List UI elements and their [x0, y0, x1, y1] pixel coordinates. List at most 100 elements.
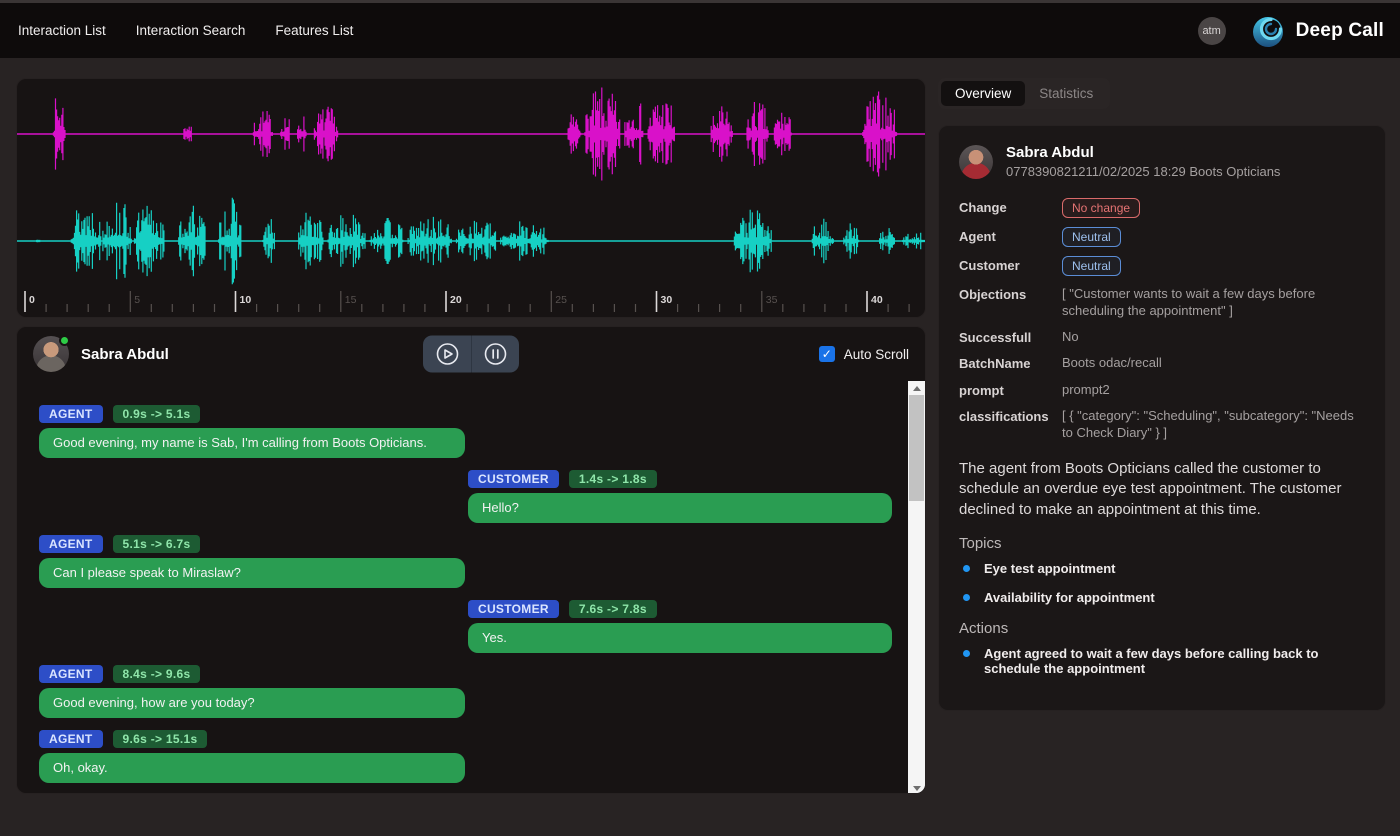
message-agent: AGENT9.6s -> 15.1s Oh, okay. [39, 730, 908, 783]
field-label: Objections [959, 285, 1056, 302]
field-label: classifications [959, 407, 1056, 424]
timestamp-badge[interactable]: 9.6s -> 15.1s [113, 730, 208, 748]
up-arrow-icon [913, 386, 921, 391]
check-icon: ✓ [822, 348, 832, 360]
nav-item-features-list[interactable]: Features List [275, 23, 353, 38]
pause-icon [484, 343, 507, 366]
svg-text:5: 5 [134, 294, 140, 306]
message-meta: AGENT8.4s -> 9.6s [39, 665, 908, 683]
field-row-customer: Customer Neutral [959, 256, 1365, 276]
field-value: [ "Customer wants to wait a few days bef… [1062, 285, 1365, 319]
message-bubble[interactable]: Can I please speak to Miraslaw? [39, 558, 465, 588]
field-label: Change [959, 198, 1056, 215]
agent-waveform[interactable] [17, 191, 925, 291]
timestamp-badge[interactable]: 5.1s -> 6.7s [113, 535, 201, 553]
field-row-batchname: BatchNameBoots odac/recall [959, 354, 1365, 371]
playback-controls [423, 336, 519, 373]
field-row-change: Change No change [959, 198, 1365, 218]
contact-subtitle: 0778390821211/02/2025 18:29 Boots Optici… [1006, 164, 1280, 179]
field-value: [ { "category": "Scheduling", "subcatego… [1062, 407, 1365, 441]
nav-item-interaction-search[interactable]: Interaction Search [136, 23, 246, 38]
user-initials-badge[interactable]: atm [1198, 17, 1226, 45]
scrollbar-thumb[interactable] [909, 395, 924, 501]
field-label: prompt [959, 381, 1056, 398]
field-row-successfull: SuccessfullNo [959, 328, 1365, 345]
timestamp-badge[interactable]: 1.4s -> 1.8s [569, 470, 657, 488]
message-meta: AGENT9.6s -> 15.1s [39, 730, 908, 748]
message-meta: AGENT5.1s -> 6.7s [39, 535, 908, 553]
customer-waveform[interactable] [17, 84, 925, 184]
contact-avatar [959, 145, 993, 179]
message-meta: CUSTOMER 7.6s -> 7.8s [468, 600, 892, 618]
field-list: Change No change Agent Neutral Customer Neutr… [959, 198, 1365, 441]
topics-heading: Topics [959, 535, 1365, 552]
nav-menu: Interaction List Interaction Search Featur… [18, 23, 353, 38]
contact-name: Sabra Abdul [1006, 144, 1280, 161]
message-agent: AGENT0.9s -> 5.1s Good evening, my name i… [39, 405, 908, 458]
speaker-avatar [33, 336, 69, 372]
role-badge: CUSTOMER [468, 600, 559, 618]
list-item-text: Availability for appointment [984, 590, 1155, 605]
field-value: prompt2 [1062, 381, 1365, 398]
message-bubble[interactable]: Yes. [468, 623, 892, 653]
field-label: Agent [959, 227, 1056, 244]
timestamp-badge[interactable]: 7.6s -> 7.8s [569, 600, 657, 618]
top-nav: Interaction List Interaction Search Featur… [0, 0, 1400, 58]
message-bubble[interactable]: Good evening, how are you today? [39, 688, 465, 718]
message-agent: AGENT5.1s -> 6.7s Can I please speak to M… [39, 535, 908, 588]
bullet-dot-icon [963, 565, 970, 572]
timestamp-badge[interactable]: 8.4s -> 9.6s [113, 665, 201, 683]
svg-text:0: 0 [29, 294, 35, 306]
topics-list: Eye test appointment Availability for app… [959, 561, 1365, 605]
svg-text:30: 30 [661, 294, 673, 306]
message-meta: AGENT0.9s -> 5.1s [39, 405, 908, 423]
field-value: Neutral [1062, 227, 1365, 247]
auto-scroll-checkbox[interactable]: ✓ [819, 346, 835, 362]
message-bubble[interactable]: Good evening, my name is Sab, I'm callin… [39, 428, 465, 458]
field-value: No change [1062, 198, 1365, 218]
nav-item-interaction-list[interactable]: Interaction List [18, 23, 106, 38]
message-bubble[interactable]: Oh, okay. [39, 753, 465, 783]
pause-button[interactable] [471, 336, 519, 373]
list-item-text: Eye test appointment [984, 561, 1115, 576]
timestamp-badge[interactable]: 0.9s -> 5.1s [113, 405, 201, 423]
brand-logo-icon [1248, 11, 1288, 51]
role-badge: CUSTOMER [468, 470, 559, 488]
status-badge: No change [1062, 198, 1140, 218]
field-row-objections: Objections [ "Customer wants to wait a fe… [959, 285, 1365, 319]
message-agent: AGENT8.4s -> 9.6s Good evening, how are y… [39, 665, 908, 718]
play-icon [436, 343, 459, 366]
field-value: No [1062, 328, 1365, 345]
online-status-dot [59, 335, 70, 346]
scroll-up-button[interactable] [908, 381, 925, 395]
message-bubble[interactable]: Hello? [468, 493, 892, 523]
status-badge: Neutral [1062, 256, 1121, 276]
message-meta: CUSTOMER 1.4s -> 1.8s [468, 470, 892, 488]
transcript-panel: Sabra Abdul [16, 326, 926, 794]
overview-tabs: OverviewStatistics [938, 78, 1110, 109]
chat-scrollbar[interactable] [908, 381, 925, 794]
tab-overview[interactable]: Overview [941, 81, 1025, 106]
field-row-prompt: prompt prompt2 [959, 381, 1365, 398]
svg-text:35: 35 [766, 294, 778, 306]
list-item: Agent agreed to wait a few days before c… [959, 646, 1365, 677]
scroll-down-button[interactable] [908, 781, 925, 794]
svg-text:15: 15 [345, 294, 357, 306]
nav-right: atm Deep Call [1198, 11, 1384, 51]
brand-name: Deep Call [1296, 20, 1384, 42]
tab-statistics[interactable]: Statistics [1025, 81, 1107, 106]
play-button[interactable] [423, 336, 471, 373]
overview-card: Sabra Abdul 0778390821211/02/2025 18:29 … [938, 125, 1386, 711]
svg-text:25: 25 [555, 294, 567, 306]
status-badge: Neutral [1062, 227, 1121, 247]
speaker-name: Sabra Abdul [81, 346, 169, 363]
actions-heading: Actions [959, 620, 1365, 637]
field-label: Customer [959, 256, 1056, 273]
actions-list: Agent agreed to wait a few days before c… [959, 646, 1365, 677]
list-item-text: Agent agreed to wait a few days before c… [984, 646, 1365, 677]
message-list: AGENT0.9s -> 5.1s Good evening, my name i… [17, 381, 908, 794]
waveform-time-axis: 0510152025303540 [17, 289, 925, 315]
svg-text:40: 40 [871, 294, 883, 306]
waveform-panel: 0510152025303540 [16, 78, 926, 318]
auto-scroll-control: ✓ Auto Scroll [819, 346, 909, 362]
